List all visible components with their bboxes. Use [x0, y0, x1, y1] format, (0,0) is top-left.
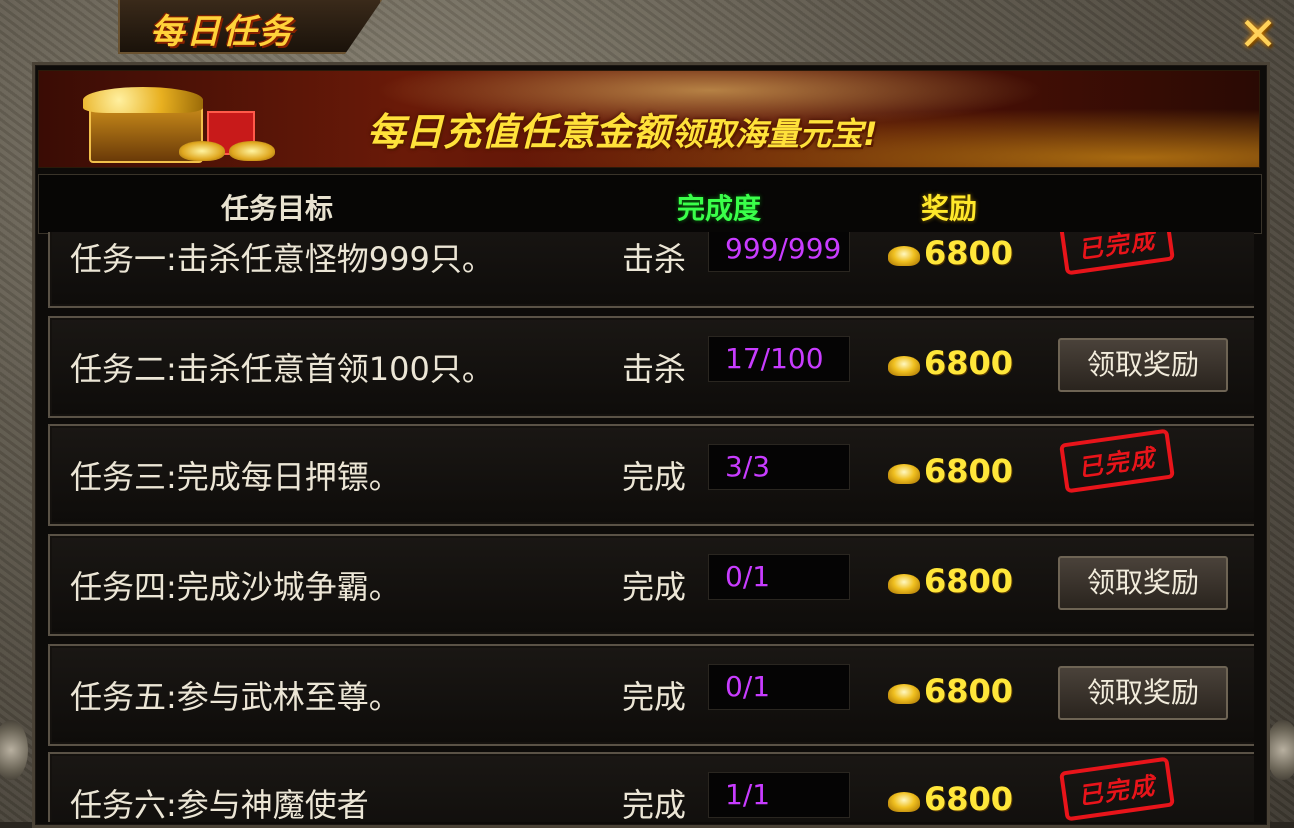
banner-text: 每日充值任意金额领取海量元宝! — [367, 101, 878, 156]
reward-amount: 6800 — [924, 672, 1014, 710]
completed-stamp: 已完成 — [1059, 756, 1175, 822]
task-label: 任务三:完成每日押镖。 — [70, 458, 401, 496]
gold-ingot-icon — [888, 246, 920, 266]
task-action: 击杀 — [622, 350, 687, 388]
task-label: 任务五:参与武林至尊。 — [70, 678, 401, 716]
gold-ingot-icon — [888, 356, 920, 376]
treasure-chest-image — [79, 81, 275, 163]
task-row: 任务五:参与武林至尊。 完成 0/1 6800 领取奖励 — [48, 644, 1254, 746]
task-list[interactable]: 任务一:击杀任意怪物999只。 击杀 999/999 6800 已完成 任务二:… — [48, 232, 1254, 822]
reward-amount: 6800 — [924, 452, 1014, 490]
reward-amount: 6800 — [924, 344, 1014, 382]
claim-reward-button[interactable]: 领取奖励 — [1058, 666, 1228, 720]
task-row: 任务一:击杀任意怪物999只。 击杀 999/999 6800 已完成 — [48, 232, 1254, 308]
task-row: 任务六:参与神魔使者 完成 1/1 6800 已完成 — [48, 752, 1254, 822]
task-label: 任务二:击杀任意首领100只。 — [70, 350, 494, 388]
gold-ingot-icon — [888, 574, 920, 594]
task-label: 任务四:完成沙城争霸。 — [70, 568, 401, 606]
banner-text-sub: 领取海量元宝! — [671, 115, 878, 153]
header-progress: 完成度 — [677, 192, 762, 225]
task-action: 完成 — [622, 568, 687, 606]
header-reward: 奖励 — [921, 192, 978, 225]
table-header: 任务目标 完成度 奖励 — [38, 174, 1262, 234]
window-title: 每日任务 — [150, 12, 294, 52]
task-progress: 999/999 — [708, 232, 850, 272]
task-progress: 0/1 — [708, 664, 850, 710]
task-progress: 1/1 — [708, 772, 850, 818]
close-button[interactable]: ✕ — [1232, 7, 1284, 61]
completed-stamp: 已完成 — [1059, 232, 1175, 276]
task-label: 任务一:击杀任意怪物999只。 — [70, 240, 494, 278]
task-row: 任务三:完成每日押镖。 完成 3/3 6800 已完成 — [48, 424, 1254, 526]
recharge-banner[interactable]: 每日充值任意金额领取海量元宝! — [38, 70, 1260, 168]
frame-ornament-right — [1266, 720, 1294, 780]
close-icon: ✕ — [1238, 7, 1278, 61]
gold-ingot-icon — [888, 792, 920, 812]
task-progress: 0/1 — [708, 554, 850, 600]
task-action: 完成 — [622, 458, 687, 496]
completed-stamp: 已完成 — [1059, 428, 1175, 494]
task-label: 任务六:参与神魔使者 — [70, 786, 369, 822]
gold-ingot-icon — [888, 684, 920, 704]
task-action: 完成 — [622, 678, 687, 716]
gold-ingot-icon — [888, 464, 920, 484]
banner-text-main: 每日充值任意金额 — [367, 110, 672, 154]
header-target: 任务目标 — [221, 192, 334, 225]
task-progress: 17/100 — [708, 336, 850, 382]
reward-amount: 6800 — [924, 562, 1014, 600]
claim-reward-button[interactable]: 领取奖励 — [1058, 556, 1228, 610]
task-action: 击杀 — [622, 240, 687, 278]
task-action: 完成 — [622, 786, 687, 822]
reward-amount: 6800 — [924, 234, 1014, 272]
task-row: 任务四:完成沙城争霸。 完成 0/1 6800 领取奖励 — [48, 534, 1254, 636]
claim-reward-button[interactable]: 领取奖励 — [1058, 338, 1228, 392]
task-row: 任务二:击杀任意首领100只。 击杀 17/100 6800 领取奖励 — [48, 316, 1254, 418]
task-progress: 3/3 — [708, 444, 850, 490]
reward-amount: 6800 — [924, 780, 1014, 818]
